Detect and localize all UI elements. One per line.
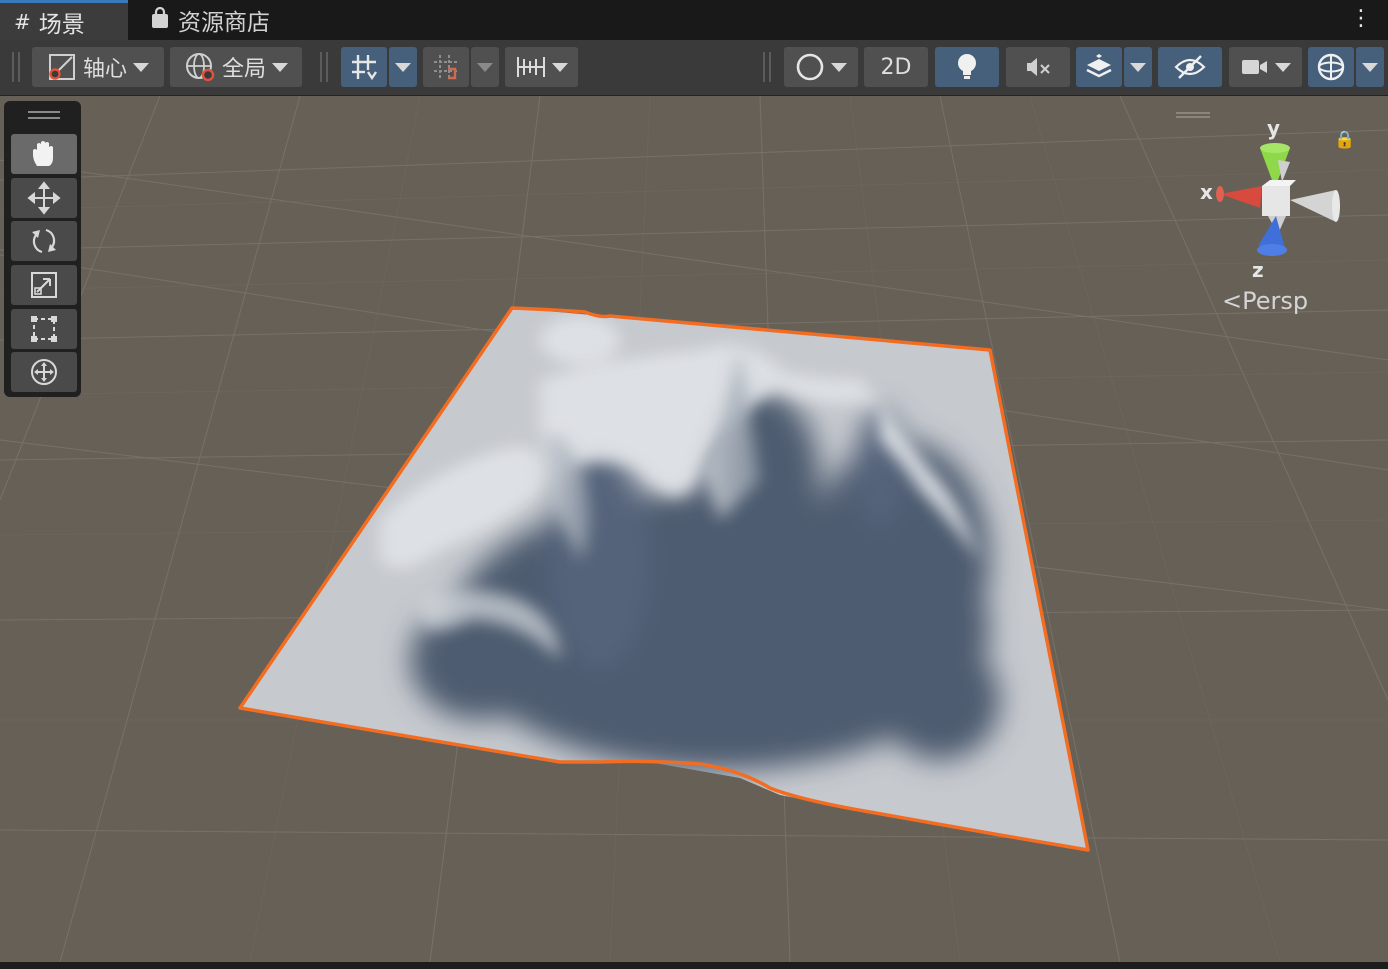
tab-scene-label: 场景 [38, 11, 85, 38]
scene-visibility-toggle[interactable] [1158, 47, 1222, 87]
pivot-dropdown[interactable]: 轴心 [32, 47, 164, 87]
grid-snap-dropdown[interactable] [389, 47, 417, 87]
scene-toolbar: 轴心 全局 2D [0, 40, 1388, 96]
camera-icon [1241, 60, 1267, 74]
scale-tool-button[interactable] [11, 265, 77, 305]
scene-render [0, 96, 1388, 962]
gizmo-globe-icon [1317, 53, 1345, 81]
rotate-icon [32, 228, 56, 254]
rotate-tool-button[interactable] [11, 221, 77, 261]
shading-mode-dropdown[interactable] [784, 47, 858, 87]
gizmos-toggle[interactable] [1308, 47, 1354, 87]
more-options-icon[interactable]: ⋮ [1350, 6, 1372, 32]
terrain-mesh [240, 308, 1088, 850]
chevron-down-icon [1362, 62, 1378, 72]
lighting-toggle[interactable] [935, 47, 999, 87]
z-axis-label: z [1252, 258, 1264, 282]
eye-slash-icon [1174, 55, 1206, 79]
scale-icon [31, 272, 57, 298]
light-bulb-icon [958, 54, 976, 79]
chevron-down-icon [395, 62, 411, 72]
effects-toggle[interactable] [1076, 47, 1122, 87]
move-arrows-icon [27, 181, 61, 215]
pivot-label: 轴心 [82, 57, 127, 82]
chevron-down-icon [1130, 62, 1146, 72]
audio-mute-icon [1027, 58, 1050, 76]
effects-dropdown[interactable] [1124, 47, 1152, 87]
projection-toggle[interactable]: <Persp [1222, 287, 1308, 315]
increment-snap-icon [434, 55, 458, 80]
chevron-down-icon [551, 62, 568, 72]
audio-toggle[interactable] [1006, 47, 1070, 87]
increment-snap-toggle[interactable] [423, 47, 469, 87]
grid-snap-icon [352, 55, 377, 81]
tab-bar: # 场景 资源商店 ⋮ [0, 0, 1388, 40]
chevron-down-icon [831, 62, 847, 72]
global-label: 全局 [221, 57, 266, 82]
grid-hash-icon: # [14, 9, 31, 34]
tools-overlay [4, 101, 81, 397]
chevron-down-icon [272, 62, 288, 72]
transform-all-icon [31, 359, 57, 385]
hand-tool-button[interactable] [11, 134, 77, 174]
x-axis-label: x [1200, 180, 1213, 204]
shading-sphere-icon [796, 53, 824, 81]
rect-transform-icon [31, 316, 57, 342]
rect-tool-button[interactable] [11, 309, 77, 349]
ruler-dropdown[interactable] [505, 47, 578, 87]
scene-viewport[interactable] [0, 96, 1388, 962]
effects-layers-icon [1086, 54, 1112, 78]
tab-asset-store-label: 资源商店 [178, 10, 270, 36]
2d-mode-toggle[interactable]: 2D [864, 47, 928, 87]
hand-icon [33, 141, 53, 166]
tab-scene[interactable]: # 场景 [0, 0, 128, 40]
overlay-drag-handle[interactable] [28, 111, 60, 119]
tab-asset-store[interactable]: 资源商店 [136, 0, 296, 40]
bottom-edge [0, 962, 1388, 969]
chevron-down-icon [477, 62, 493, 72]
transform-tool-button[interactable] [11, 352, 77, 392]
global-dropdown[interactable]: 全局 [170, 47, 302, 87]
globe-icon [185, 53, 215, 82]
chevron-down-icon [1274, 62, 1291, 72]
shopping-bag-icon [150, 6, 170, 34]
toolbar-grip[interactable] [320, 52, 328, 82]
chevron-down-icon [133, 62, 149, 72]
grid-snap-toggle[interactable] [341, 47, 387, 87]
2d-mode-label: 2D [880, 54, 912, 80]
y-axis-label: y [1267, 116, 1281, 140]
toolbar-grip[interactable] [763, 52, 771, 82]
toolbar-grip[interactable] [12, 52, 20, 82]
gizmos-dropdown[interactable] [1356, 47, 1384, 87]
camera-dropdown[interactable] [1229, 47, 1302, 87]
ruler-icon [516, 57, 545, 77]
move-tool-button[interactable] [11, 178, 77, 218]
increment-snap-dropdown[interactable] [471, 47, 499, 87]
pivot-icon [48, 54, 75, 80]
